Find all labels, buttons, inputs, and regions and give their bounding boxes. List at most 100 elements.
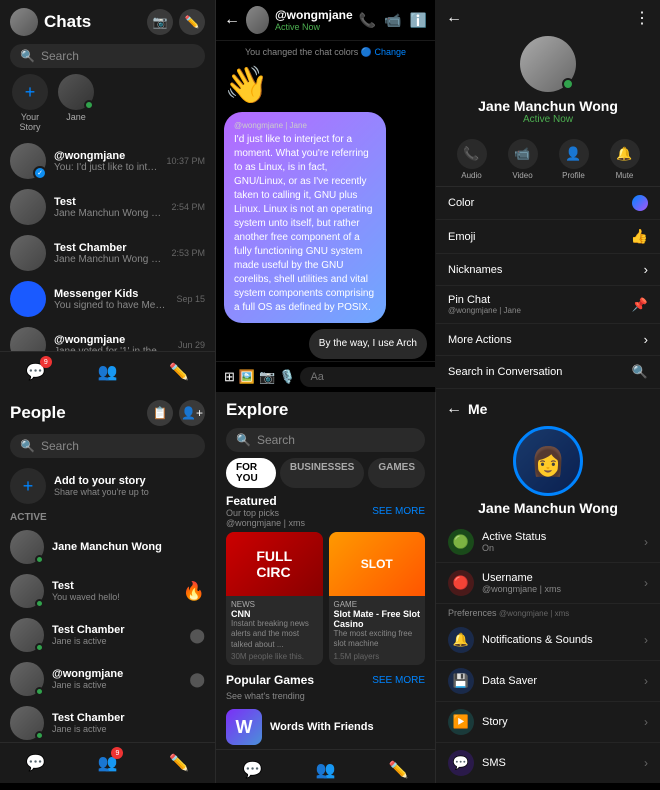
- people-item[interactable]: Test Chamber Jane is active ⬤: [0, 613, 215, 657]
- data-saver-option[interactable]: 💾 Data Saver ›: [436, 661, 660, 702]
- online-dot: [35, 555, 44, 564]
- grid-icon[interactable]: ⊞: [224, 369, 235, 385]
- chat-item[interactable]: ✓ @wongmjane You: I'd just like to inter…: [0, 138, 215, 184]
- received-message: @wongmjane | Jane I'd just like to inter…: [224, 112, 386, 323]
- profile-big-avatar: [520, 36, 576, 92]
- video-icon[interactable]: 📹: [384, 12, 401, 29]
- people-action-icon[interactable]: ⬤: [189, 627, 205, 644]
- tab-games[interactable]: GAMES: [368, 458, 425, 488]
- compose-icon[interactable]: ✏️: [179, 9, 205, 35]
- featured-by: @wongmjane | xms: [226, 518, 305, 528]
- camera-icon[interactable]: 📷: [259, 369, 275, 385]
- chevron-right-icon: ›: [644, 576, 648, 590]
- audio-action[interactable]: 📞 Audio: [457, 139, 487, 180]
- people-item[interactable]: Test Chamber Jane is active: [0, 701, 215, 742]
- more-options-icon[interactable]: ⋮: [634, 8, 650, 28]
- color-option-right: [632, 195, 648, 211]
- color-option[interactable]: Color: [436, 187, 660, 220]
- featured-title: Featured: [226, 494, 305, 508]
- search-label: Search in Conversation: [448, 366, 562, 378]
- game-item[interactable]: W Words With Friends: [226, 705, 425, 749]
- tab-businesses[interactable]: BUSINESSES: [280, 458, 364, 488]
- chat-back-button[interactable]: ←: [224, 11, 240, 29]
- nav-chats[interactable]: 💬 9: [22, 358, 50, 386]
- people-avatar: [10, 530, 44, 564]
- story-option[interactable]: ▶️ Story ›: [436, 702, 660, 743]
- camera-icon[interactable]: 📷: [147, 9, 173, 35]
- online-dot: [35, 687, 44, 696]
- notifications-option[interactable]: 🔔 Notifications & Sounds ›: [436, 620, 660, 661]
- people-item[interactable]: @wongmjane Jane is active ⬤: [0, 657, 215, 701]
- jane-story[interactable]: Jane: [58, 74, 94, 132]
- active-status-option[interactable]: 🟢 Active Status On ›: [436, 522, 660, 563]
- chat-info: Test Chamber Jane Manchun Wong sent an a…: [54, 242, 163, 265]
- system-message: You changed the chat colors 🔵 Change: [224, 47, 427, 58]
- slot-card-image: SLOT: [329, 532, 426, 596]
- nav-people[interactable]: 👥 9: [93, 749, 121, 777]
- sms-option[interactable]: 💬 SMS ›: [436, 743, 660, 783]
- see-more-button[interactable]: SEE MORE: [372, 506, 425, 517]
- phone-icon[interactable]: 📞: [359, 12, 376, 29]
- settings-back-button[interactable]: ←: [446, 400, 462, 418]
- people-action-icon[interactable]: 🔥: [183, 581, 205, 602]
- info-icon[interactable]: ℹ️: [410, 12, 427, 29]
- people-search-bar[interactable]: 🔍 Search: [10, 434, 205, 458]
- nav-chats[interactable]: 💬: [22, 749, 50, 777]
- pin-chat-label: Pin Chat: [448, 294, 521, 306]
- mic-icon[interactable]: 🎙️: [279, 369, 295, 385]
- tab-for-you[interactable]: FOR YOU: [226, 458, 276, 488]
- nav-explore[interactable]: ✏️: [385, 756, 413, 784]
- chats-search-bar[interactable]: 🔍 Search: [10, 44, 205, 68]
- explore-card-slot[interactable]: SLOT GAME Slot Mate - Free Slot Casino T…: [329, 532, 426, 665]
- mute-action[interactable]: 🔔 Mute: [610, 139, 640, 180]
- search-icon: 🔍: [20, 49, 35, 63]
- chevron-right-icon: ›: [644, 535, 648, 549]
- explore-cards: FULLCIRC NEWS CNN Instant breaking news …: [226, 532, 425, 665]
- pin-chat-option[interactable]: Pin Chat @wongmjane | Jane 📌: [436, 286, 660, 324]
- add-to-story-item[interactable]: + Add to your story Share what you're up…: [0, 462, 215, 510]
- profile-back-button[interactable]: ←: [446, 9, 462, 27]
- nav-people[interactable]: 👥: [312, 756, 340, 784]
- your-story[interactable]: + Your Story: [10, 74, 50, 132]
- games-see-more-button[interactable]: SEE MORE: [372, 675, 425, 686]
- chat-name: Messenger Kids: [54, 288, 168, 300]
- me-avatar-section: 👩 Jane Manchun Wong: [436, 422, 660, 522]
- nav-compose[interactable]: ✏️: [165, 358, 193, 386]
- people-item[interactable]: Test You waved hello! 🔥: [0, 569, 215, 613]
- video-action[interactable]: 📹 Video: [508, 139, 538, 180]
- cnn-card-type: NEWS: [231, 600, 318, 609]
- sent-message: By the way, I use Arch: [309, 329, 427, 359]
- profile-action[interactable]: 👤 Profile: [559, 139, 589, 180]
- chat-info: Test Jane Manchun Wong sent an actio...: [54, 196, 163, 219]
- chat-window-actions: 📞 📹 ℹ️: [359, 12, 427, 29]
- chevron-right-icon: ›: [644, 715, 648, 729]
- people-add-icon[interactable]: 👤+: [179, 400, 205, 426]
- people-info: @wongmjane Jane is active: [52, 668, 181, 690]
- chat-item[interactable]: Messenger Kids You signed to have Messen…: [0, 276, 215, 322]
- add-story-avatar: +: [12, 74, 48, 110]
- people-action-icon[interactable]: ⬤: [189, 671, 205, 688]
- people-item[interactable]: Jane Manchun Wong: [0, 525, 215, 569]
- chats-header-avatar: [10, 8, 38, 36]
- change-link[interactable]: Change: [374, 47, 406, 57]
- emoji-option[interactable]: Emoji 👍: [436, 220, 660, 254]
- nav-people[interactable]: 👥: [93, 358, 121, 386]
- profile-options: Color Emoji 👍 Nicknames › Pin Chat @wong…: [436, 187, 660, 392]
- username-option[interactable]: 🔴 Username @wongmjane | xms ›: [436, 563, 660, 604]
- image-icon[interactable]: 🖼️: [239, 369, 255, 385]
- chats-search-placeholder: Search: [41, 49, 79, 63]
- chat-item[interactable]: Test Chamber Jane Manchun Wong sent an a…: [0, 230, 215, 276]
- chat-item[interactable]: Test Jane Manchun Wong sent an actio... …: [0, 184, 215, 230]
- more-actions-option[interactable]: More Actions ›: [436, 324, 660, 356]
- explore-card-cnn[interactable]: FULLCIRC NEWS CNN Instant breaking news …: [226, 532, 323, 665]
- search-option[interactable]: Search in Conversation 🔍: [436, 356, 660, 389]
- chat-item[interactable]: @wongmjane Jane voted for '1' in the pol…: [0, 322, 215, 351]
- chat-preview: You signed to have Messenger Kids...: [54, 300, 168, 311]
- people-badge: 9: [111, 747, 123, 759]
- nav-chats[interactable]: 💬: [239, 756, 267, 784]
- people-name: Jane Manchun Wong: [52, 541, 205, 553]
- nicknames-option[interactable]: Nicknames ›: [436, 254, 660, 286]
- people-contacts-icon[interactable]: 📋: [147, 400, 173, 426]
- explore-search-bar[interactable]: 🔍 Search: [226, 428, 425, 452]
- nav-compose[interactable]: ✏️: [165, 749, 193, 777]
